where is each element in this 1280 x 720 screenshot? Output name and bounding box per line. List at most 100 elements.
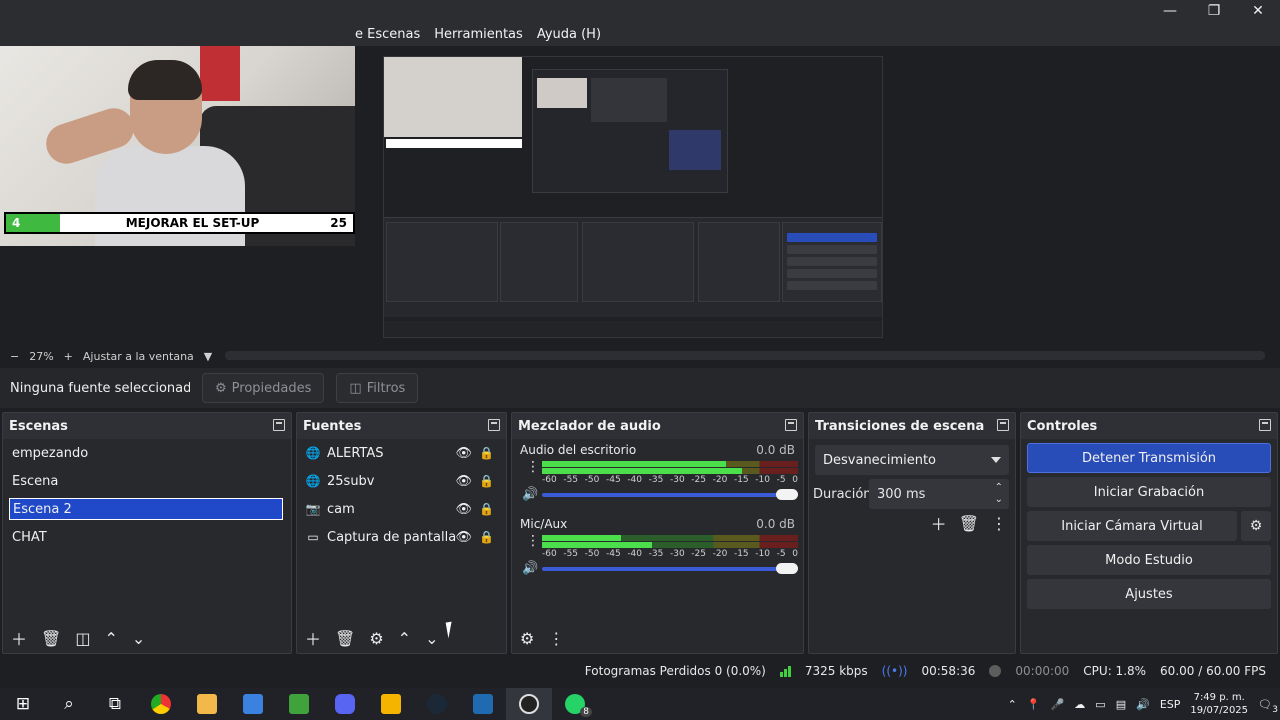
discord-icon[interactable]: [322, 688, 368, 720]
add-transition-icon[interactable]: ＋: [931, 511, 947, 535]
menu-help[interactable]: Ayuda (H): [537, 27, 601, 42]
zoom-out-button[interactable]: −: [10, 350, 19, 363]
zoom-dropdown-icon[interactable]: ▼: [204, 350, 212, 363]
scene-item-selected[interactable]: Escena 2: [9, 498, 283, 520]
properties-button[interactable]: ⚙ Propiedades: [202, 373, 325, 403]
preview-scrollbar[interactable]: [225, 351, 1265, 360]
chevron-down-icon: [991, 457, 1001, 463]
chrome-icon[interactable]: [138, 688, 184, 720]
menu-tools[interactable]: Herramientas: [434, 27, 523, 42]
lock-icon[interactable]: 🔒: [479, 502, 494, 516]
virtualcam-gear-icon[interactable]: ⚙: [1241, 511, 1271, 541]
cloud-icon[interactable]: ☁: [1074, 698, 1085, 711]
volume-icon[interactable]: 🔊: [1136, 698, 1150, 711]
store-icon[interactable]: [230, 688, 276, 720]
move-up-icon[interactable]: ⌃: [398, 629, 411, 648]
studio-mode-button[interactable]: Modo Estudio: [1027, 545, 1271, 575]
channel-menu-icon[interactable]: ⋮: [526, 460, 540, 474]
speaker-icon[interactable]: 🔊: [522, 487, 538, 502]
menu-scenes[interactable]: e Escenas: [355, 27, 420, 42]
source-item[interactable]: 🌐 25subv 👁 🔒: [297, 467, 506, 495]
lock-icon[interactable]: 🔒: [479, 474, 494, 488]
source-item[interactable]: ▭ Captura de pantalla 👁 🔒: [297, 523, 506, 551]
preview-canvas[interactable]: 4 MEJORAR EL SET-UP 25: [0, 46, 1280, 346]
source-item[interactable]: 📷 cam 👁 🔒: [297, 495, 506, 523]
restore-button[interactable]: ❐: [1192, 0, 1236, 22]
visibility-eye-icon[interactable]: 👁: [455, 474, 472, 489]
add-source-icon[interactable]: ＋: [305, 626, 321, 650]
stop-stream-button[interactable]: Detener Transmisión: [1027, 443, 1271, 473]
sources-toolbar: ＋ 🗑 ⚙ ⌃ ⌄: [297, 623, 506, 653]
remove-transition-icon[interactable]: 🗑: [959, 514, 979, 533]
nested-button: [787, 281, 877, 290]
lock-icon[interactable]: 🔒: [479, 446, 494, 460]
whatsapp-icon[interactable]: 8: [552, 688, 598, 720]
start-recording-button[interactable]: Iniciar Grabación: [1027, 477, 1271, 507]
clock[interactable]: 7:49 p. m. 19/07/2025: [1190, 691, 1248, 717]
minimize-button[interactable]: —: [1148, 0, 1192, 22]
microphone-icon[interactable]: 🎤: [1051, 698, 1065, 711]
move-down-icon[interactable]: ⌄: [132, 629, 145, 648]
volume-knob[interactable]: [776, 489, 798, 500]
task-view-icon[interactable]: ⧉: [92, 688, 138, 720]
vegas-icon[interactable]: [460, 688, 506, 720]
obs-icon[interactable]: [506, 688, 552, 720]
nested-inner-controls: [669, 130, 721, 170]
search-icon[interactable]: ⌕: [46, 688, 92, 720]
scene-item[interactable]: CHAT: [3, 523, 291, 551]
mixer-title: Mezclador de audio: [518, 418, 661, 434]
language-indicator[interactable]: ESP: [1160, 698, 1181, 711]
transition-select[interactable]: Desvanecimiento: [815, 445, 1009, 475]
filters-label: Filtros: [366, 380, 406, 396]
scene-filters-icon[interactable]: ◫: [75, 629, 90, 648]
display-icon[interactable]: ▭: [1095, 698, 1105, 711]
nested-button: [787, 257, 877, 266]
minecraft-icon[interactable]: [276, 688, 322, 720]
volume-slider[interactable]: [542, 567, 798, 571]
nested-goal-bar: [386, 139, 522, 148]
filters-button[interactable]: ◫ Filtros: [336, 373, 419, 403]
start-virtual-camera-button[interactable]: Iniciar Cámara Virtual: [1027, 511, 1237, 541]
undock-icon[interactable]: [488, 419, 500, 431]
visibility-eye-icon[interactable]: 👁: [455, 530, 472, 545]
speaker-icon[interactable]: 🔊: [522, 561, 538, 576]
source-properties-gear-icon[interactable]: ⚙: [369, 629, 383, 648]
move-down-icon[interactable]: ⌄: [425, 629, 438, 648]
mixer-menu-icon[interactable]: ⋮: [548, 629, 564, 648]
file-explorer-icon[interactable]: [184, 688, 230, 720]
remove-scene-icon[interactable]: 🗑: [41, 629, 61, 648]
notifications-icon[interactable]: 🗨 3: [1258, 698, 1278, 715]
network-icon[interactable]: ▤: [1116, 698, 1126, 711]
steam-icon[interactable]: [414, 688, 460, 720]
undock-icon[interactable]: [1259, 419, 1271, 431]
add-scene-icon[interactable]: ＋: [11, 626, 27, 650]
transition-menu-icon[interactable]: ⋮: [991, 514, 1007, 533]
filter-icon: ◫: [349, 380, 362, 396]
settings-button[interactable]: Ajustes: [1027, 579, 1271, 609]
channel-menu-icon[interactable]: ⋮: [526, 534, 540, 548]
volume-slider[interactable]: [542, 493, 798, 497]
rockstar-icon[interactable]: [368, 688, 414, 720]
windows-start-icon[interactable]: ⊞: [0, 688, 46, 720]
scene-item[interactable]: empezando: [3, 439, 291, 467]
lock-icon[interactable]: 🔒: [479, 530, 494, 544]
chevron-up-icon[interactable]: ⌃: [1008, 698, 1017, 711]
zoom-in-button[interactable]: +: [64, 350, 73, 363]
undock-icon[interactable]: [785, 419, 797, 431]
volume-knob[interactable]: [776, 563, 798, 574]
visibility-eye-icon[interactable]: 👁: [455, 446, 472, 461]
remove-source-icon[interactable]: 🗑: [335, 629, 355, 648]
close-button[interactable]: ✕: [1236, 0, 1280, 22]
undock-icon[interactable]: [273, 419, 285, 431]
system-tray: ⌃ 📍 🎤 ☁ ▭ ▤ 🔊 ESP 7:49 p. m. 19/07/2025 …: [1008, 688, 1280, 720]
advanced-audio-gear-icon[interactable]: ⚙: [520, 629, 534, 648]
location-icon[interactable]: 📍: [1027, 698, 1041, 711]
visibility-eye-icon[interactable]: 👁: [455, 502, 472, 517]
spinner-icon[interactable]: ⌃ ⌄: [995, 482, 1003, 506]
duration-input[interactable]: 300 ms ⌃ ⌄: [869, 479, 1009, 509]
scene-item[interactable]: Escena: [3, 467, 291, 495]
source-item[interactable]: 🌐 ALERTAS 👁 🔒: [297, 439, 506, 467]
fit-window-option[interactable]: Ajustar a la ventana: [83, 350, 194, 363]
undock-icon[interactable]: [997, 419, 1009, 431]
move-up-icon[interactable]: ⌃: [104, 629, 117, 648]
